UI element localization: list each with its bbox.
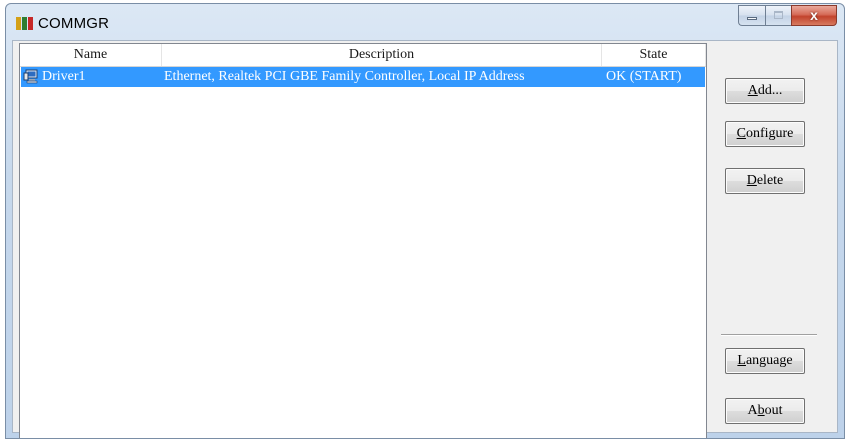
row-description: Ethernet, Realtek PCI GBE Family Control…	[164, 69, 525, 84]
close-button[interactable]: x	[791, 5, 837, 26]
about-label: out	[764, 403, 783, 418]
add-accelerator: A	[747, 83, 758, 98]
commgr-window: COMMGR x Name Description State Driver1 …	[5, 3, 845, 439]
network-computer-icon	[23, 69, 38, 84]
button-panel: Add... Configure Delete Language About	[715, 41, 833, 437]
close-icon: x	[810, 7, 818, 23]
configure-label: onfigure	[745, 126, 794, 141]
row-name: Driver1	[42, 69, 86, 84]
language-label: anguage	[745, 353, 793, 368]
caption-buttons: x	[738, 5, 837, 27]
maximize-icon	[774, 11, 783, 19]
delete-button[interactable]: Delete	[725, 168, 805, 194]
row-state: OK (START)	[606, 69, 682, 84]
about-label-pre: A	[747, 403, 758, 418]
delete-label: elete	[756, 173, 784, 188]
column-header-state[interactable]: State	[602, 44, 706, 66]
app-logo-icon	[16, 17, 33, 30]
list-header: Name Description State	[20, 44, 706, 67]
window-title: COMMGR	[38, 15, 110, 32]
minimize-icon	[747, 17, 757, 20]
about-button[interactable]: About	[725, 398, 805, 424]
minimize-button[interactable]	[738, 5, 765, 26]
title-bar[interactable]: COMMGR x	[6, 4, 844, 40]
about-accelerator: b	[757, 403, 765, 418]
client-area: Name Description State Driver1 Ethernet,…	[12, 40, 838, 438]
column-header-name[interactable]: Name	[20, 44, 162, 66]
list-row[interactable]: Driver1 Ethernet, Realtek PCI GBE Family…	[21, 67, 705, 87]
column-header-description[interactable]: Description	[162, 44, 602, 66]
maximize-button	[765, 5, 791, 26]
delete-accelerator: D	[746, 173, 757, 188]
separator	[721, 334, 817, 336]
configure-accelerator: C	[736, 126, 746, 141]
driver-list[interactable]: Name Description State Driver1 Ethernet,…	[19, 43, 707, 438]
add-label: dd...	[757, 83, 783, 98]
language-button[interactable]: Language	[725, 348, 805, 374]
language-accelerator: L	[737, 353, 746, 368]
add-button[interactable]: Add...	[725, 78, 805, 104]
configure-button[interactable]: Configure	[725, 121, 805, 147]
